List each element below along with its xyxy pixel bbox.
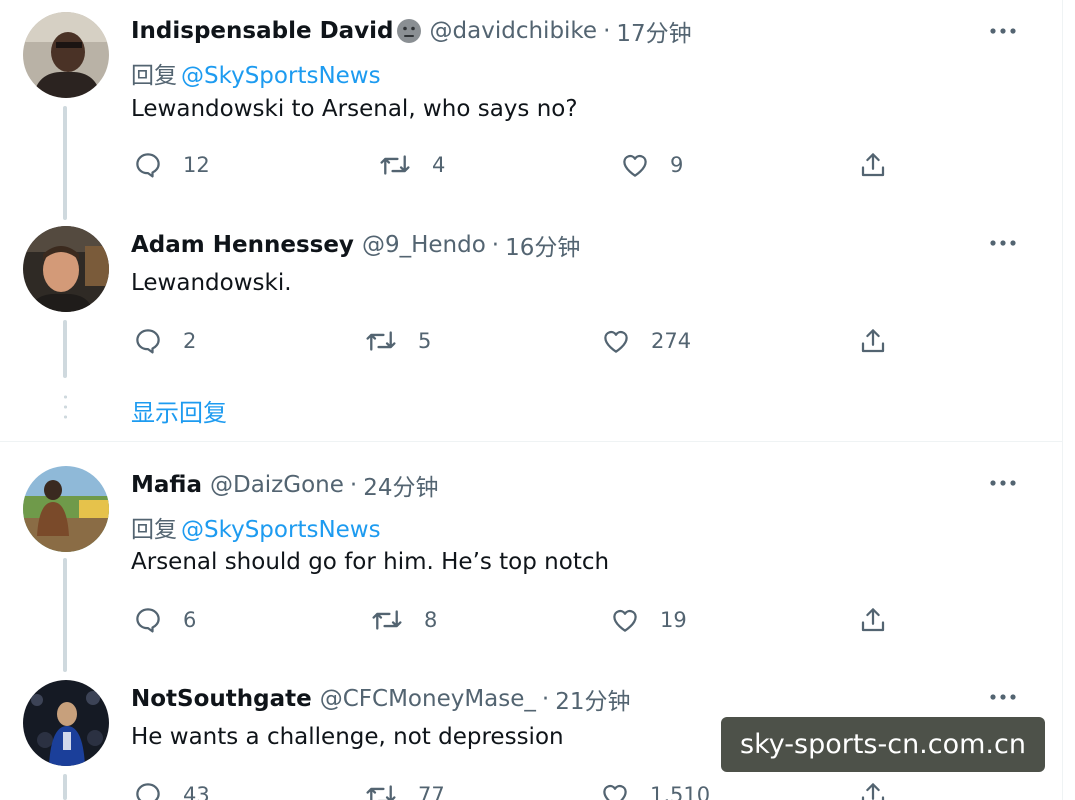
tweet-text: He wants a challenge, not depression [131, 724, 564, 750]
retweet-count: 4 [432, 153, 446, 177]
reply-to-link[interactable]: @SkySportsNews [181, 517, 381, 543]
share-icon [861, 783, 885, 800]
like-count: 9 [670, 153, 684, 177]
watermark: sky-sports-cn.com.cn [721, 717, 1045, 772]
handle[interactable]: @CFCMoneyMase_ [320, 686, 536, 712]
tweet-header: Indispensable David @davidchibike · 17分钟 [131, 14, 692, 48]
retweet-button[interactable]: 77 [364, 778, 445, 800]
reply-icon [136, 608, 160, 633]
share-button[interactable] [858, 603, 888, 637]
timestamp[interactable]: 21分钟 [555, 682, 630, 716]
like-count: 19 [660, 608, 687, 632]
tweet-text: Lewandowski. [131, 270, 292, 296]
retweet-button[interactable]: 5 [364, 324, 431, 358]
share-button[interactable] [858, 324, 888, 358]
share-icon [861, 608, 885, 632]
display-name[interactable]: NotSouthgate [131, 686, 312, 712]
tweet-3[interactable]: Mafia @DaizGone · 24分钟 回复 @SkySportsNews … [0, 442, 1062, 672]
tweet-thread-page: Indispensable David @davidchibike · 17分钟… [0, 0, 1075, 800]
thread-line [63, 320, 67, 378]
share-icon [861, 153, 885, 177]
share-icon [861, 329, 885, 353]
tweet-header: Adam Hennessey @9_Hendo · 16分钟 [131, 228, 580, 262]
separator: · [603, 18, 611, 44]
retweet-count: 5 [418, 329, 432, 353]
thread-line [63, 774, 67, 800]
reply-prefix: 回复 [131, 63, 177, 89]
retweet-icon [372, 610, 402, 630]
avatar[interactable] [23, 680, 109, 766]
column-border [1062, 0, 1063, 800]
reply-icon [136, 783, 160, 800]
thread-dots [64, 392, 67, 422]
like-button[interactable]: 9 [620, 148, 683, 182]
display-name[interactable]: Adam Hennessey [131, 232, 354, 258]
retweet-icon [366, 331, 396, 351]
retweet-icon [366, 785, 396, 800]
more-icon[interactable] [988, 16, 1018, 46]
reply-button[interactable]: 12 [133, 148, 210, 182]
replying-to: 回复 @SkySportsNews [131, 56, 381, 90]
like-icon [603, 784, 627, 800]
retweet-icon [380, 155, 410, 175]
like-count: 1,510 [650, 783, 711, 800]
tweet-1[interactable]: Indispensable David @davidchibike · 17分钟… [0, 0, 1062, 220]
display-name[interactable]: Mafia [131, 472, 202, 498]
retweet-button[interactable]: 4 [378, 148, 445, 182]
replying-to: 回复 @SkySportsNews [131, 510, 381, 544]
retweet-count: 8 [424, 608, 438, 632]
thread-line [63, 558, 67, 672]
tweet-header: Mafia @DaizGone · 24分钟 [131, 468, 438, 502]
like-button[interactable]: 1,510 [600, 778, 710, 800]
thread-line [63, 106, 67, 220]
more-icon[interactable] [988, 468, 1018, 498]
like-icon [623, 154, 647, 177]
reply-count: 6 [183, 608, 197, 632]
display-name[interactable]: Indispensable David [131, 18, 394, 44]
reply-button[interactable]: 2 [133, 324, 196, 358]
timestamp[interactable]: 17分钟 [616, 14, 691, 48]
more-icon[interactable] [988, 228, 1018, 258]
neutral-face-emoji-icon [396, 19, 421, 43]
reply-icon [136, 329, 160, 354]
retweet-button[interactable]: 8 [370, 603, 437, 637]
timestamp[interactable]: 24分钟 [363, 468, 438, 502]
handle[interactable]: @davidchibike [430, 18, 598, 44]
like-button[interactable]: 19 [610, 603, 687, 637]
reply-count: 43 [183, 783, 210, 800]
like-count: 274 [651, 329, 692, 353]
reply-count: 12 [183, 153, 210, 177]
avatar[interactable] [23, 466, 109, 552]
separator: · [349, 472, 358, 498]
separator: · [541, 686, 550, 712]
tweet-header: NotSouthgate @CFCMoneyMase_ · 21分钟 [131, 682, 631, 716]
tweet-text: Arsenal should go for him. He’s top notc… [131, 549, 610, 575]
like-icon [604, 330, 628, 353]
reply-button[interactable]: 43 [133, 778, 210, 800]
avatar[interactable] [23, 12, 109, 98]
show-replies-link[interactable]: 显示回复 [131, 393, 227, 428]
avatar[interactable] [23, 226, 109, 312]
like-icon [613, 609, 637, 632]
handle[interactable]: @DaizGone [210, 472, 344, 498]
reply-button[interactable]: 6 [133, 603, 196, 637]
reply-count: 2 [183, 329, 197, 353]
reply-icon [136, 153, 160, 178]
reply-to-link[interactable]: @SkySportsNews [181, 63, 381, 89]
share-button[interactable] [858, 778, 888, 800]
separator: · [491, 232, 500, 258]
handle[interactable]: @9_Hendo [362, 232, 486, 258]
like-button[interactable]: 274 [601, 324, 691, 358]
tweet-text: Lewandowski to Arsenal, who says no? [131, 96, 578, 122]
retweet-count: 77 [418, 783, 445, 800]
share-button[interactable] [858, 148, 888, 182]
reply-prefix: 回复 [131, 517, 177, 543]
timestamp[interactable]: 16分钟 [505, 228, 580, 262]
more-icon[interactable] [988, 682, 1018, 712]
